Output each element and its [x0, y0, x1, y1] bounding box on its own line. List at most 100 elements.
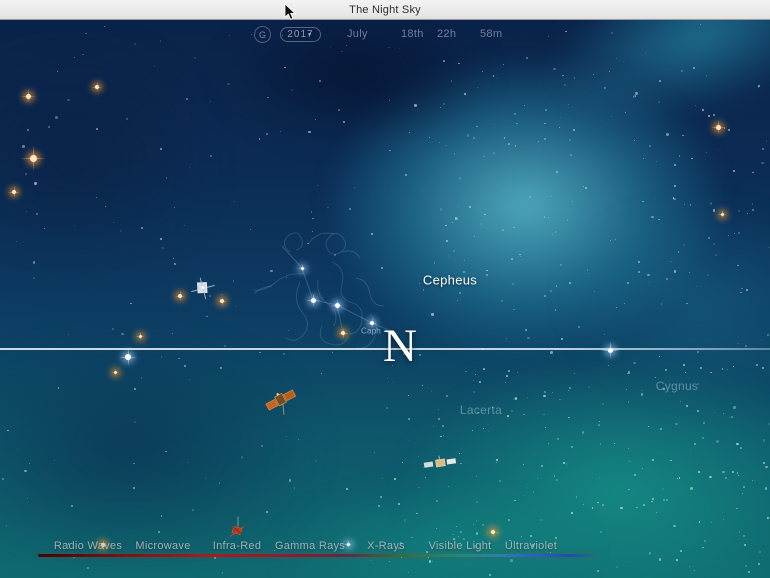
background-star — [452, 250, 455, 252]
background-star — [708, 237, 711, 240]
background-star — [556, 171, 558, 173]
background-star — [453, 153, 456, 155]
background-star — [710, 372, 712, 374]
background-star — [508, 143, 511, 146]
satellite-icon[interactable] — [264, 386, 298, 421]
background-star — [229, 35, 231, 37]
background-star — [25, 211, 27, 213]
background-star — [725, 477, 728, 480]
background-star — [388, 46, 390, 49]
background-star — [26, 128, 29, 131]
background-star — [662, 498, 666, 502]
satellite-icon[interactable] — [188, 276, 218, 307]
compass-north-marker: N — [383, 320, 417, 372]
background-star — [503, 136, 506, 139]
background-star — [666, 498, 669, 501]
background-star — [445, 224, 447, 226]
background-star — [594, 291, 596, 293]
background-star — [343, 120, 346, 123]
location-button[interactable]: G — [254, 26, 271, 43]
background-star — [690, 487, 693, 490]
background-star — [436, 528, 438, 530]
background-star — [407, 417, 410, 420]
background-star — [658, 80, 661, 83]
background-star — [120, 229, 123, 232]
background-star — [85, 32, 87, 35]
background-star — [551, 233, 553, 235]
background-star — [447, 486, 449, 488]
background-star — [752, 171, 754, 174]
background-star — [173, 206, 175, 208]
background-star — [205, 315, 208, 318]
background-star — [544, 391, 547, 394]
background-star — [450, 80, 453, 82]
background-star — [232, 280, 235, 282]
background-star — [227, 82, 230, 86]
background-star — [473, 380, 475, 382]
background-star — [475, 532, 479, 535]
background-star — [401, 461, 403, 463]
spectrum-band-ultraviolet[interactable]: Ultraviolet — [505, 540, 557, 552]
background-star — [472, 390, 475, 393]
background-star — [133, 462, 135, 465]
background-star — [308, 131, 311, 134]
background-star — [582, 186, 584, 188]
background-star — [759, 550, 762, 553]
background-star — [733, 170, 735, 173]
spectrum-band-x-rays[interactable]: X-Rays — [367, 540, 405, 552]
background-star — [381, 432, 383, 434]
spectrum-band-radio-waves[interactable]: Radio Waves — [54, 540, 122, 552]
background-star — [318, 80, 321, 83]
background-star — [509, 559, 513, 562]
year-control[interactable]: 2017 — [280, 27, 321, 42]
background-star — [611, 32, 614, 35]
month-control[interactable]: July — [347, 28, 368, 40]
background-star — [209, 154, 212, 157]
background-star — [765, 140, 767, 142]
background-star — [656, 512, 658, 514]
background-star — [6, 524, 8, 526]
background-star — [708, 115, 710, 117]
background-star — [713, 114, 716, 117]
satellite-icon[interactable] — [423, 453, 457, 480]
minute-control[interactable]: 58m — [480, 28, 502, 40]
background-star — [648, 282, 650, 284]
background-star — [388, 99, 390, 101]
sky-viewport[interactable]: Cepheus Lacerta Cygnus Caph N G 2017 July 1… — [0, 0, 770, 578]
background-star — [53, 459, 56, 462]
background-star — [354, 187, 356, 189]
background-star — [737, 474, 739, 476]
background-star — [524, 495, 526, 497]
spectrum-band-infra-red[interactable]: Infra-Red — [213, 540, 262, 552]
background-star — [121, 333, 124, 336]
background-star — [87, 567, 90, 570]
background-star — [651, 216, 654, 219]
background-star — [651, 501, 653, 503]
background-star — [702, 421, 705, 424]
background-star — [550, 351, 553, 354]
background-star — [753, 480, 756, 482]
day-control[interactable]: 18th — [401, 28, 424, 40]
background-star — [758, 87, 760, 89]
background-star — [266, 133, 269, 136]
window-titlebar[interactable]: The Night Sky — [0, 0, 770, 20]
spectrum-band-gamma-rays[interactable]: Gamma Rays — [275, 540, 345, 552]
background-star — [554, 537, 557, 540]
background-star — [596, 570, 599, 573]
background-star — [603, 333, 605, 335]
background-star — [637, 260, 641, 264]
background-star — [548, 36, 550, 38]
background-star — [690, 495, 692, 497]
background-star — [409, 132, 411, 133]
background-star — [738, 232, 740, 234]
background-star — [615, 57, 618, 60]
spectrum-band-visible-light[interactable]: Visible Light — [428, 540, 491, 552]
background-star — [551, 196, 553, 198]
background-star — [551, 391, 553, 393]
background-star — [496, 458, 498, 461]
background-star — [266, 96, 269, 99]
spectrum-band-microwave[interactable]: Microwave — [135, 540, 190, 552]
background-star — [653, 197, 655, 199]
hour-control[interactable]: 22h — [437, 28, 456, 40]
background-star — [673, 270, 677, 273]
